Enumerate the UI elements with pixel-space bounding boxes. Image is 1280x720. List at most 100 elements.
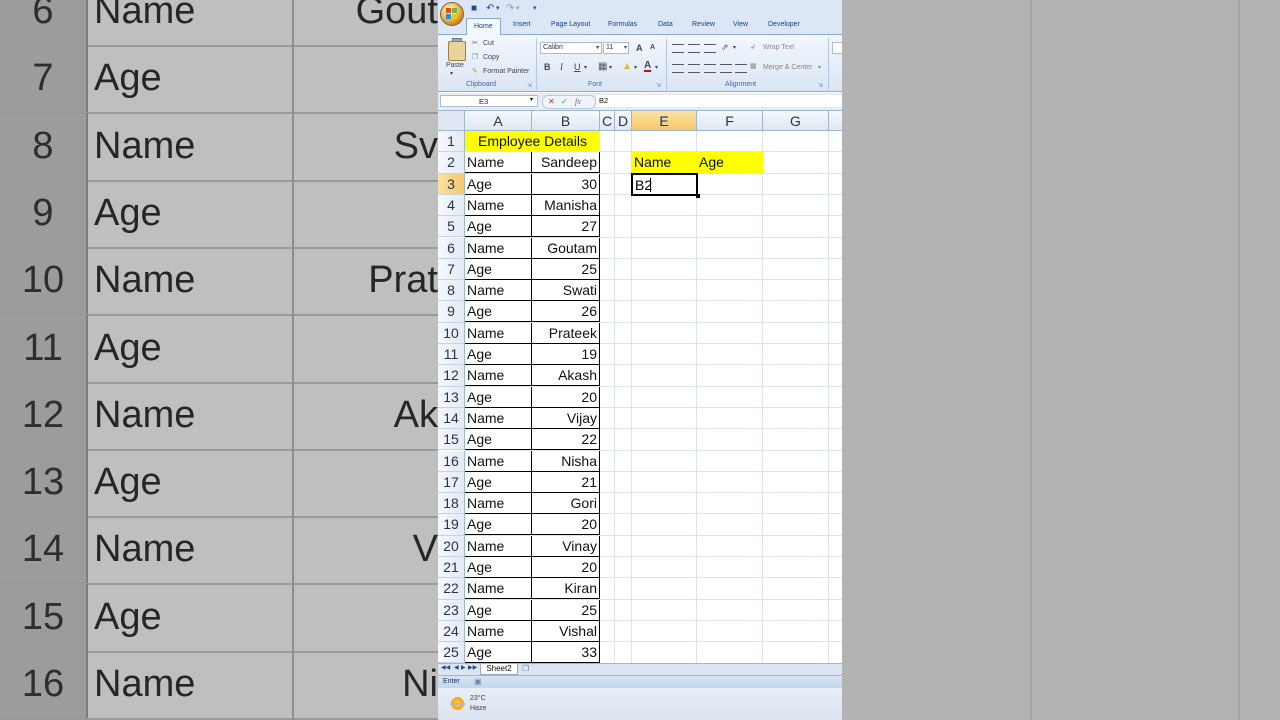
title-cell[interactable]: Employee Details — [465, 131, 600, 152]
row-header-8[interactable]: 8 — [438, 280, 465, 302]
cell-a12[interactable]: Name — [465, 365, 532, 387]
orientation-icon[interactable]: ⇗ — [721, 42, 729, 53]
cell-a22[interactable]: Name — [465, 578, 532, 600]
cell-a6[interactable]: Name — [465, 237, 532, 259]
tab-formulas[interactable]: Formulas — [608, 21, 637, 28]
column-header-d[interactable]: D — [615, 111, 632, 131]
cell-b10[interactable]: Prateek — [532, 322, 600, 344]
increase-indent-icon[interactable] — [735, 64, 747, 73]
borders-icon[interactable]: ▦ — [598, 61, 607, 72]
cell-b2[interactable]: Sandeep — [532, 152, 600, 174]
next-sheet-icon[interactable]: ▶ — [461, 664, 466, 671]
row-header-22[interactable]: 22 — [438, 578, 465, 600]
first-sheet-icon[interactable]: ◀◀ — [441, 664, 450, 671]
cell-b21[interactable]: 20 — [532, 557, 600, 578]
cell-b5[interactable]: 27 — [532, 216, 600, 238]
cell-a15[interactable]: Age — [465, 429, 532, 451]
cell-b24[interactable]: Vishal — [532, 620, 600, 642]
cell-a23[interactable]: Age — [465, 599, 532, 621]
cell-a3[interactable]: Age — [465, 173, 532, 195]
redo-dropdown-icon[interactable]: ▾ — [516, 4, 520, 12]
cell-b9[interactable]: 26 — [532, 301, 600, 323]
column-header-e[interactable]: E — [632, 111, 697, 131]
shrink-font-button[interactable]: A — [650, 44, 655, 51]
row-header-15[interactable]: 15 — [438, 429, 465, 451]
row-header-14[interactable]: 14 — [438, 407, 465, 430]
save-icon[interactable]: ■ — [471, 3, 477, 14]
tab-insert[interactable]: Insert — [513, 21, 531, 28]
cell-a8[interactable]: Name — [465, 280, 532, 302]
cell-b18[interactable]: Gori — [532, 493, 600, 515]
row-header-16[interactable]: 16 — [438, 450, 465, 472]
row-header-1[interactable]: 1 — [438, 131, 465, 153]
underline-dropdown-icon[interactable]: ▾ — [584, 64, 587, 71]
copy-button[interactable]: Copy — [483, 54, 499, 61]
top-align-icon[interactable] — [672, 44, 684, 53]
font-launcher-icon[interactable]: ⇲ — [656, 82, 661, 89]
row-header-9[interactable]: 9 — [438, 301, 465, 323]
cell-b11[interactable]: 19 — [532, 344, 600, 365]
fill-color-icon[interactable]: ▲ — [622, 61, 632, 72]
worksheet-grid[interactable]: ABCDEFG 1 2 3 4 5 6 7 8 9 10 11 12 13 14 15 16 17 18 19 20 2… — [438, 111, 842, 663]
format-painter-button[interactable]: Format Painter — [483, 68, 529, 75]
middle-align-icon[interactable] — [688, 44, 700, 53]
cell-b12[interactable]: Akash — [532, 365, 600, 387]
borders-dropdown-icon[interactable]: ▾ — [609, 64, 612, 71]
row-header-12[interactable]: 12 — [438, 365, 465, 387]
row-header-17[interactable]: 17 — [438, 471, 465, 494]
cell-b20[interactable]: Vinay — [532, 535, 600, 557]
orientation-dropdown-icon[interactable]: ▾ — [733, 44, 736, 51]
clipboard-launcher-icon[interactable]: ⇲ — [527, 82, 532, 89]
cell-a20[interactable]: Name — [465, 535, 532, 557]
insert-function-button[interactable]: fx — [575, 96, 581, 107]
cell-b7[interactable]: 25 — [532, 258, 600, 280]
row-header-19[interactable]: 19 — [438, 514, 465, 536]
cell-b16[interactable]: Nisha — [532, 450, 600, 472]
alignment-launcher-icon[interactable]: ⇲ — [818, 82, 823, 89]
font-color-button[interactable]: A — [644, 61, 652, 72]
row-header-13[interactable]: 13 — [438, 386, 465, 408]
cell-b25[interactable]: 33 — [532, 642, 600, 663]
align-right-icon[interactable] — [704, 64, 716, 73]
cell-b6[interactable]: Goutam — [532, 237, 600, 259]
name-box[interactable]: E3 — [440, 95, 538, 107]
tab-page-layout[interactable]: Page Layout — [551, 21, 590, 28]
row-header-20[interactable]: 20 — [438, 535, 465, 557]
row-header-24[interactable]: 24 — [438, 620, 465, 643]
row-header-5[interactable]: 5 — [438, 216, 465, 238]
fill-handle[interactable] — [696, 194, 700, 198]
undo-dropdown-icon[interactable]: ▾ — [496, 4, 500, 12]
header-name-cell[interactable]: Name — [632, 152, 697, 174]
cut-button[interactable]: Cut — [483, 40, 494, 47]
row-header-7[interactable]: 7 — [438, 258, 465, 281]
cancel-icon[interactable]: ✕ — [548, 96, 555, 107]
row-header-10[interactable]: 10 — [438, 322, 465, 344]
decrease-indent-icon[interactable] — [720, 64, 732, 73]
cell-b3[interactable]: 30 — [532, 173, 600, 195]
cell-b4[interactable]: Manisha — [532, 194, 600, 216]
cell-a4[interactable]: Name — [465, 194, 532, 216]
formula-input[interactable]: B2 — [596, 95, 842, 107]
prev-sheet-icon[interactable]: ◀ — [454, 664, 459, 671]
tab-home[interactable]: Home — [466, 18, 501, 35]
cell-a13[interactable]: Age — [465, 386, 532, 408]
number-format-select[interactable] — [832, 42, 842, 54]
tab-review[interactable]: Review — [692, 21, 715, 28]
cell-a24[interactable]: Name — [465, 620, 532, 642]
cell-a9[interactable]: Age — [465, 301, 532, 323]
grow-font-button[interactable]: A — [636, 43, 643, 53]
customize-toolbar-icon[interactable]: ▾ — [533, 4, 537, 12]
cell-b13[interactable]: 20 — [532, 386, 600, 408]
column-header-g[interactable]: G — [763, 111, 829, 131]
weather-condition[interactable]: Haze — [470, 705, 486, 712]
cell-b14[interactable]: Vijay — [532, 407, 600, 429]
cell-b23[interactable]: 25 — [532, 599, 600, 621]
cell-a21[interactable]: Age — [465, 557, 532, 578]
merge-center-button[interactable]: Merge & Center — [763, 64, 812, 71]
cell-a14[interactable]: Name — [465, 407, 532, 429]
row-header-4[interactable]: 4 — [438, 194, 465, 217]
tab-data[interactable]: Data — [658, 21, 673, 28]
cell-b17[interactable]: 21 — [532, 471, 600, 493]
last-sheet-icon[interactable]: ▶▶ — [468, 664, 477, 671]
paste-dropdown-icon[interactable]: ▾ — [450, 70, 453, 77]
